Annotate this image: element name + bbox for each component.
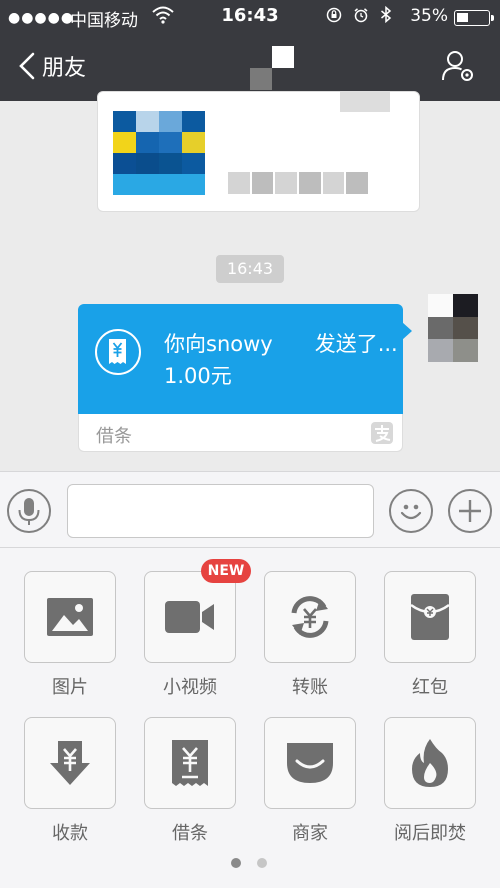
top-bar: ●●●●● 中国移动 16:43 35% 朋友: [0, 0, 500, 101]
battery-percent: 35%: [410, 6, 448, 26]
tool-burn-after-reading[interactable]: 阅后即焚: [384, 717, 476, 845]
alarm-icon: [353, 8, 380, 27]
tool-merchant[interactable]: 商家: [264, 717, 356, 845]
receipt-icon: [95, 329, 141, 375]
back-button[interactable]: 朋友: [18, 48, 86, 84]
merchant-icon: [287, 743, 333, 783]
tool-label: 红包: [412, 677, 448, 698]
battery-icon: [454, 10, 494, 26]
card-thumbnail-pixelated: [113, 111, 205, 195]
bluetooth-icon: [380, 5, 392, 27]
input-bar: [0, 471, 500, 548]
new-badge: NEW: [201, 559, 251, 583]
page-dot-active[interactable]: [231, 858, 241, 868]
burn-after-reading-icon: [412, 739, 448, 787]
my-avatar[interactable]: [428, 294, 478, 362]
transfer-amount: 1.00元: [164, 364, 232, 388]
tool-transfer[interactable]: 转账: [264, 571, 356, 699]
page-dot[interactable]: [257, 858, 267, 868]
message-timestamp: 16:43: [216, 255, 284, 283]
transfer-text: 你向snowy 发送了...: [164, 332, 398, 356]
iou-icon: [172, 740, 208, 786]
tool-label: 阅后即焚: [394, 823, 466, 844]
tool-label: 商家: [292, 823, 328, 844]
tool-label: 借条: [172, 823, 208, 844]
person-settings-icon: [442, 51, 473, 81]
tool-image[interactable]: 图片: [24, 571, 116, 699]
back-label: 朋友: [42, 56, 87, 81]
rotation-lock-icon: [326, 7, 353, 27]
page-indicator: [231, 858, 267, 868]
video-icon: [165, 601, 214, 633]
transfer-type-label: 借条: [96, 426, 132, 447]
tool-receive-money[interactable]: 收款: [24, 717, 116, 845]
chat-title-pixelated: [250, 46, 296, 92]
tool-label: 图片: [52, 677, 88, 698]
microphone-icon: [18, 498, 40, 525]
tool-video[interactable]: 小视频: [144, 571, 236, 699]
tool-label: 转账: [292, 677, 328, 698]
tool-label: 收款: [52, 823, 88, 844]
shared-card-message[interactable]: [97, 91, 420, 212]
status-bar: ●●●●● 中国移动 16:43 35%: [0, 0, 500, 34]
tool-red-packet[interactable]: 红包: [384, 571, 476, 699]
chat-area[interactable]: 16:43 你向snowy 发送了... 1.00元 借条: [0, 91, 500, 471]
image-icon: [47, 598, 93, 636]
transfer-message-bubble[interactable]: 你向snowy 发送了... 1.00元 借条: [78, 304, 412, 452]
more-tools-button[interactable]: [448, 489, 492, 533]
tool-iou[interactable]: 借条: [144, 717, 236, 845]
transfer-icon: [291, 596, 329, 638]
tool-label: 小视频: [163, 677, 217, 698]
smiley-icon: [400, 504, 422, 520]
redacted-text: [340, 92, 390, 112]
emoji-button[interactable]: [389, 489, 433, 533]
red-packet-icon: [410, 594, 450, 640]
receive-money-icon: [50, 741, 90, 785]
redacted-text: [228, 172, 369, 194]
chat-info-button[interactable]: [440, 48, 476, 84]
voice-button[interactable]: [7, 489, 51, 533]
plus-icon: [459, 500, 481, 522]
message-input[interactable]: [67, 484, 374, 538]
chevron-left-icon: [19, 52, 35, 80]
alipay-logo-icon: [370, 421, 394, 445]
